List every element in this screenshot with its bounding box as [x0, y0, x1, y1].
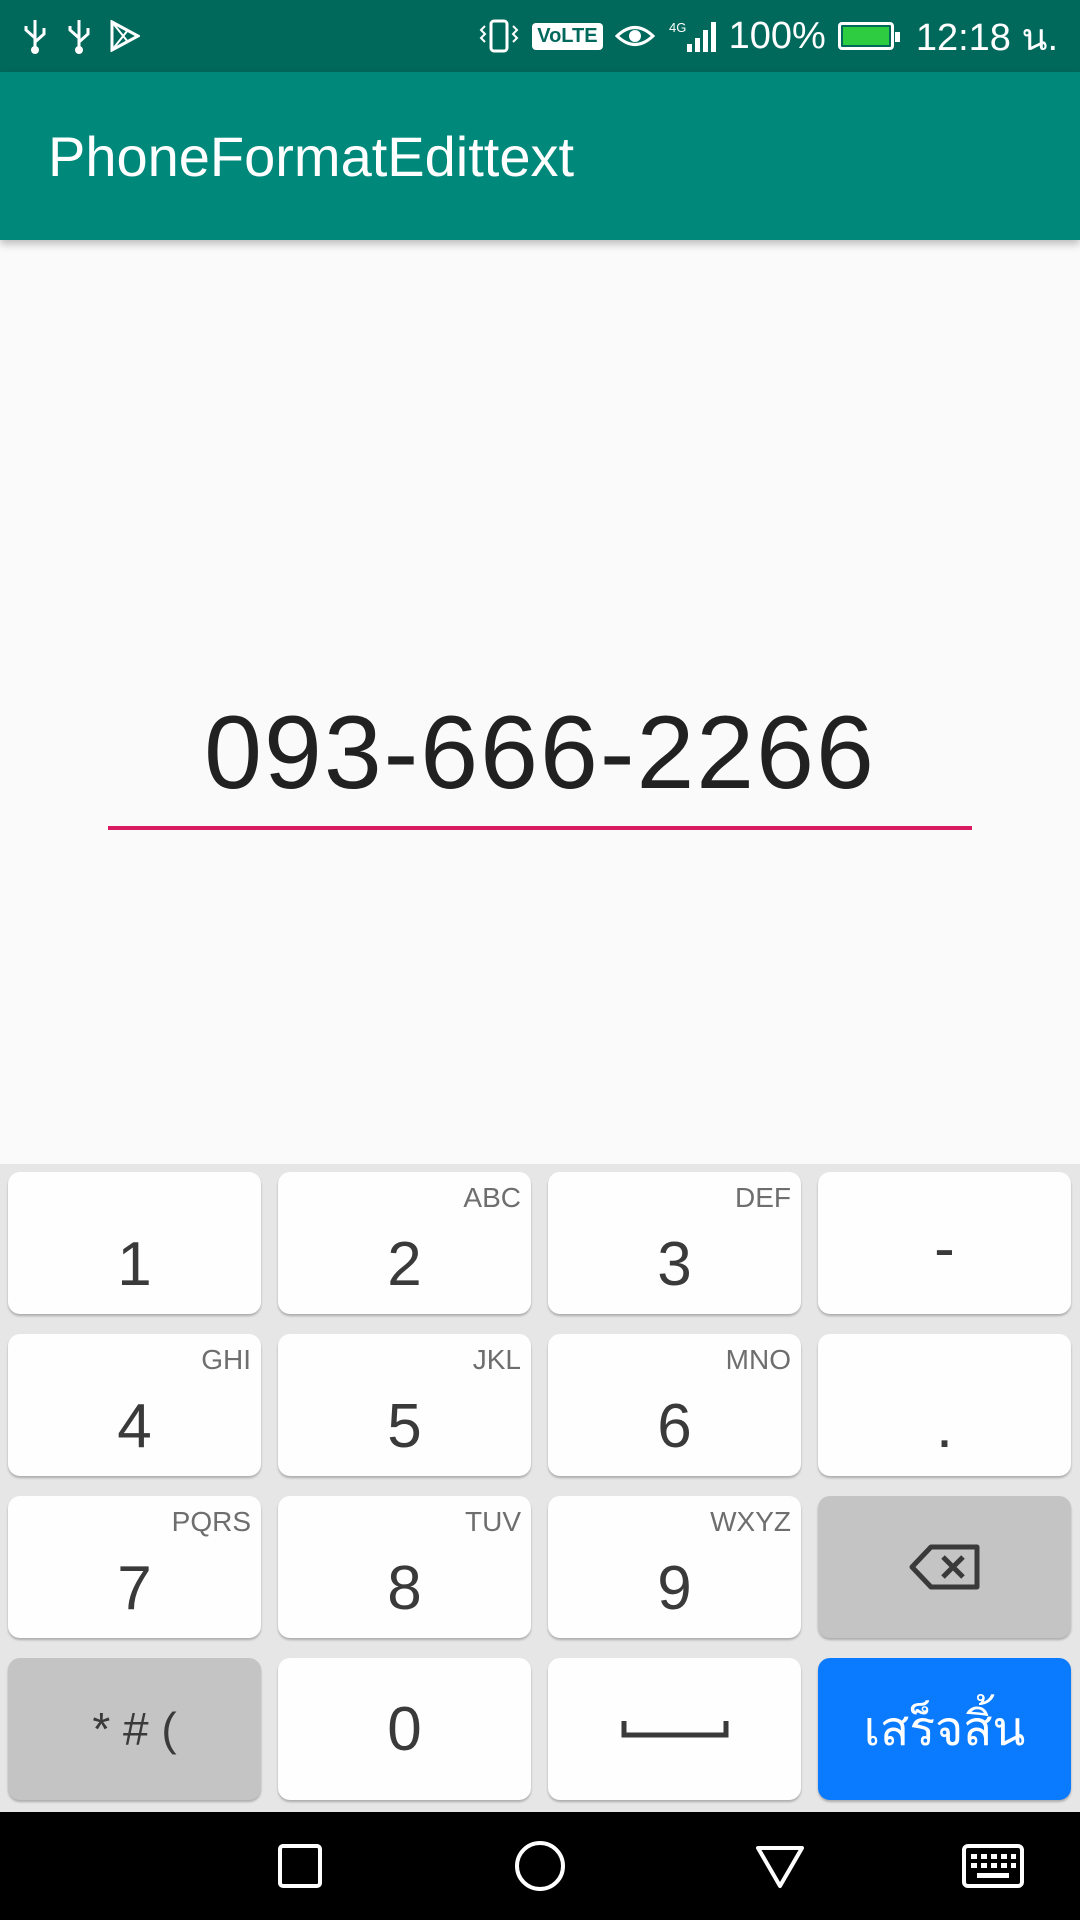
key-letters: JKL — [472, 1344, 521, 1375]
phone-input-value: 093-666-2266 — [204, 694, 876, 811]
key-letters: PQRS — [171, 1506, 251, 1537]
home-icon[interactable] — [508, 1834, 572, 1898]
key-letters: MNO — [725, 1344, 791, 1375]
usb-icon — [66, 18, 92, 54]
key-period[interactable]: . — [818, 1334, 1071, 1476]
key-3[interactable]: DEF 3 — [548, 1172, 801, 1314]
clock: 12:18 น. — [915, 16, 1058, 59]
signal-icon: 4G — [667, 18, 717, 54]
keyboard-icon[interactable] — [958, 1834, 1028, 1898]
key-symbol: . — [935, 1392, 954, 1461]
key-0[interactable]: 0 — [278, 1658, 531, 1800]
key-letters: GHI — [201, 1344, 251, 1375]
backspace-icon — [818, 1496, 1071, 1638]
space-icon — [548, 1658, 801, 1800]
done-label: เสร็จสิ้น — [863, 1701, 1026, 1757]
key-digit: 9 — [657, 1554, 692, 1623]
key-6[interactable]: MNO 6 — [548, 1334, 801, 1476]
done-key[interactable]: เสร็จสิ้น — [818, 1658, 1071, 1800]
key-symbol: - — [934, 1214, 955, 1283]
key-8[interactable]: TUV 8 — [278, 1496, 531, 1638]
eye-icon — [614, 21, 655, 51]
key-digit: 6 — [657, 1392, 692, 1461]
symbols-label: * # ( — [92, 1703, 177, 1755]
battery-percent: 100% — [728, 14, 826, 57]
key-digit: 2 — [387, 1230, 422, 1299]
key-letters: ABC — [463, 1182, 521, 1213]
app-title: PhoneFormatEdittext — [48, 124, 575, 188]
usb-icon — [22, 18, 48, 54]
navigation-bar — [0, 1812, 1080, 1920]
network-type-label: 4G — [669, 20, 686, 35]
space-key[interactable] — [548, 1658, 801, 1800]
key-letters: TUV — [465, 1506, 521, 1537]
key-digit: 1 — [117, 1230, 152, 1299]
key-2[interactable]: ABC 2 — [278, 1172, 531, 1314]
symbols-key[interactable]: * # ( — [8, 1658, 261, 1800]
key-digit: 3 — [657, 1230, 692, 1299]
key-letters: WXYZ — [710, 1506, 791, 1537]
back-icon[interactable] — [748, 1834, 812, 1898]
backspace-key[interactable] — [818, 1496, 1071, 1638]
numeric-keyboard: 1 ABC 2 DEF 3 - GHI 4 JKL 5 MNO 6 . PQRS… — [0, 1164, 1080, 1812]
recents-icon[interactable] — [268, 1834, 332, 1898]
key-7[interactable]: PQRS 7 — [8, 1496, 261, 1638]
volte-icon: VoLTE — [532, 22, 603, 50]
play-store-icon — [110, 20, 140, 52]
key-9[interactable]: WXYZ 9 — [548, 1496, 801, 1638]
battery-icon — [837, 22, 900, 50]
phone-input[interactable]: 093-666-2266 — [108, 680, 972, 830]
key-digit: 7 — [117, 1554, 152, 1623]
key-5[interactable]: JKL 5 — [278, 1334, 531, 1476]
status-bar: VoLTE 4G 100% 12:18 น. — [0, 0, 1080, 72]
key-digit: 0 — [387, 1694, 422, 1764]
key-1[interactable]: 1 — [8, 1172, 261, 1314]
key-digit: 4 — [117, 1392, 152, 1461]
key-dash[interactable]: - — [818, 1172, 1071, 1314]
app-bar: PhoneFormatEdittext — [0, 72, 1080, 240]
vibrate-icon — [478, 18, 520, 54]
key-4[interactable]: GHI 4 — [8, 1334, 261, 1476]
key-letters: DEF — [735, 1182, 791, 1213]
key-digit: 5 — [387, 1392, 422, 1461]
key-digit: 8 — [387, 1554, 422, 1623]
